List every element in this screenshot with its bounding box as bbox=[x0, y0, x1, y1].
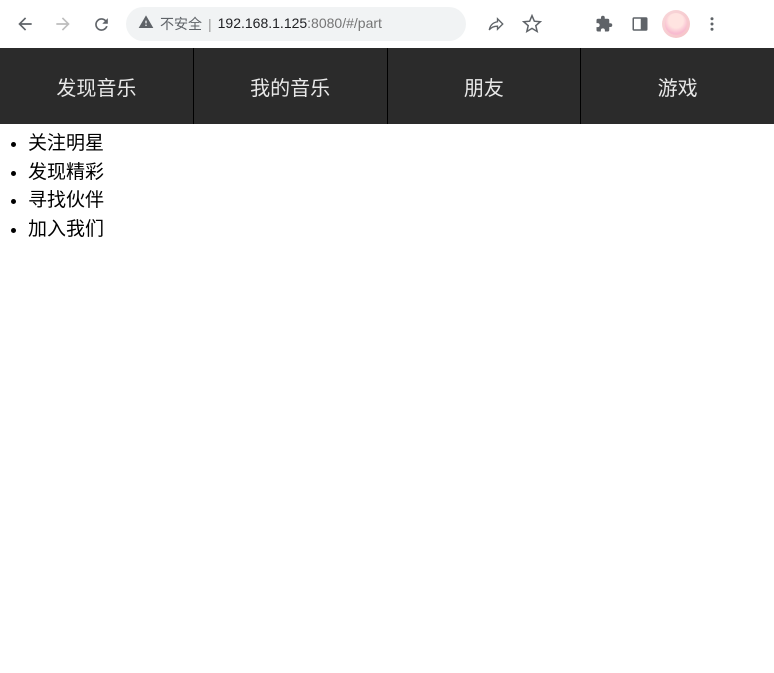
back-button[interactable] bbox=[8, 7, 42, 41]
tab-games[interactable]: 游戏 bbox=[581, 48, 774, 124]
tab-friends[interactable]: 朋友 bbox=[388, 48, 582, 124]
main-nav-tabs: 发现音乐 我的音乐 朋友 游戏 bbox=[0, 48, 774, 124]
list-item-label: 发现精彩 bbox=[28, 162, 104, 183]
list-item-label: 寻找伙伴 bbox=[28, 190, 104, 211]
list-item[interactable]: 加入我们 bbox=[28, 216, 774, 245]
list-item-label: 加入我们 bbox=[28, 219, 104, 240]
sub-menu-list: 关注明星 发现精彩 寻找伙伴 加入我们 bbox=[0, 124, 774, 244]
toolbar-icons bbox=[482, 10, 726, 38]
url-path: /#/part bbox=[342, 15, 382, 31]
url-host: 192.168.1.125 bbox=[218, 15, 308, 31]
page-content: 发现音乐 我的音乐 朋友 游戏 关注明星 发现精彩 寻找伙伴 加入我们 bbox=[0, 48, 774, 244]
url-text: 192.168.1.125:8080/#/part bbox=[218, 15, 382, 33]
bookmark-star-icon[interactable] bbox=[518, 10, 546, 38]
list-item[interactable]: 寻找伙伴 bbox=[28, 187, 774, 216]
tab-label: 游戏 bbox=[658, 72, 698, 101]
list-item[interactable]: 发现精彩 bbox=[28, 159, 774, 188]
browser-toolbar: 不安全 | 192.168.1.125:8080/#/part bbox=[0, 0, 774, 48]
side-panel-icon[interactable] bbox=[626, 10, 654, 38]
tab-my-music[interactable]: 我的音乐 bbox=[194, 48, 388, 124]
url-port: :8080 bbox=[307, 15, 342, 31]
address-bar[interactable]: 不安全 | 192.168.1.125:8080/#/part bbox=[126, 7, 466, 41]
insecure-icon bbox=[138, 14, 154, 35]
profile-avatar[interactable] bbox=[662, 10, 690, 38]
vue-devtools-icon[interactable] bbox=[554, 10, 582, 38]
tab-label: 发现音乐 bbox=[56, 72, 136, 101]
tab-discover-music[interactable]: 发现音乐 bbox=[0, 48, 194, 124]
tab-label: 朋友 bbox=[464, 72, 504, 101]
browser-menu-icon[interactable] bbox=[698, 10, 726, 38]
reload-button[interactable] bbox=[84, 7, 118, 41]
share-icon[interactable] bbox=[482, 10, 510, 38]
tab-label: 我的音乐 bbox=[250, 72, 330, 101]
forward-button[interactable] bbox=[46, 7, 80, 41]
insecure-label: 不安全 bbox=[160, 14, 202, 34]
list-item-label: 关注明星 bbox=[28, 133, 104, 154]
list-item[interactable]: 关注明星 bbox=[28, 130, 774, 159]
address-separator: | bbox=[208, 16, 212, 32]
extensions-icon[interactable] bbox=[590, 10, 618, 38]
